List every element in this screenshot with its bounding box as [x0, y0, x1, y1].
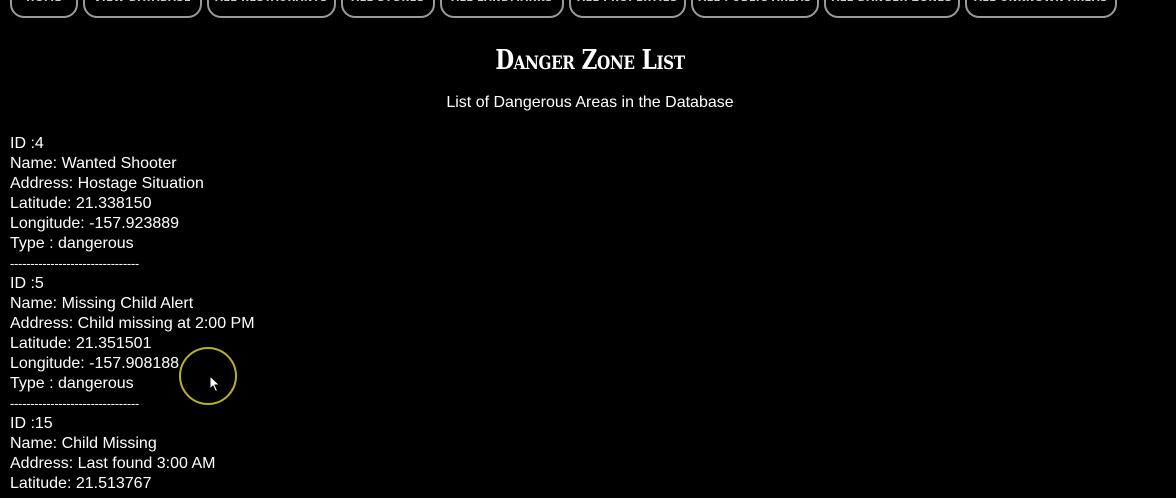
top-navigation: Home View Database All Restaurants All S…: [0, 0, 1176, 20]
record-address: Address: Child missing at 2:00 PM: [10, 315, 255, 332]
record-latitude: Latitude: 21.513767: [10, 475, 152, 492]
record-name: Name: Child Missing: [10, 435, 157, 452]
record-id: ID :5: [10, 275, 44, 292]
page-subtitle: List of Dangerous Areas in the Database: [446, 94, 734, 111]
cursor-highlight-ring: [179, 347, 237, 405]
nav-all-restaurants-button[interactable]: All Restaurants: [207, 0, 336, 18]
record-latitude: Latitude: 21.338150: [10, 195, 152, 212]
page-title: Danger Zone List: [495, 45, 685, 76]
nav-view-database-button[interactable]: View Database: [83, 0, 202, 18]
nav-all-public-areas-button[interactable]: All Public Areas: [691, 0, 819, 18]
list-item: ID :4 Name: Wanted Shooter Address: Host…: [10, 134, 255, 274]
record-name: Name: Missing Child Alert: [10, 295, 194, 312]
record-id: ID :4: [10, 135, 44, 152]
nav-all-danger-zones-button[interactable]: All Danger Zones: [824, 0, 960, 18]
record-id: ID :15: [10, 415, 53, 432]
nav-all-stores-button[interactable]: All Stores: [341, 0, 435, 18]
mouse-pointer-icon: [209, 375, 221, 393]
danger-zone-list: ID :4 Name: Wanted Shooter Address: Host…: [10, 134, 255, 494]
record-address: Address: Hostage Situation: [10, 175, 204, 192]
nav-all-landmarks-button[interactable]: All Landmarks: [440, 0, 564, 18]
record-separator: --------------------------------: [10, 256, 139, 271]
nav-all-unknown-areas-button[interactable]: All Unknown Areas: [965, 0, 1117, 18]
record-address: Address: Last found 3:00 AM: [10, 455, 216, 472]
list-item: ID :15 Name: Child Missing Address: Last…: [10, 414, 255, 494]
record-type: Type : dangerous: [10, 235, 134, 252]
nav-home-button[interactable]: Home: [10, 0, 78, 18]
nav-all-properties-button[interactable]: All Properties: [569, 0, 686, 18]
record-name: Name: Wanted Shooter: [10, 155, 177, 172]
record-longitude: Longitude: -157.923889: [10, 215, 180, 232]
